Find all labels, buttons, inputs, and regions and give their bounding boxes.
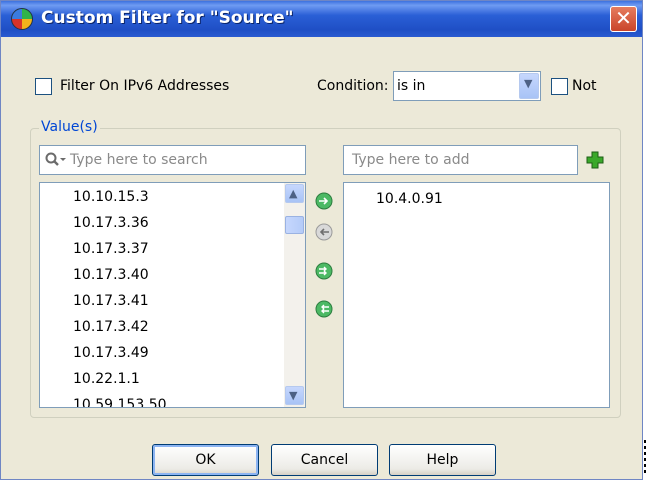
search-icon[interactable] [45,152,67,168]
search-placeholder: Type here to search [70,152,208,168]
condition-label: Condition: [317,78,389,94]
list-item[interactable]: 10.4.0.91 [376,191,443,207]
edge-mark [644,440,646,473]
custom-filter-dialog: Custom Filter for "Source" ✕ Filter On I… [0,0,643,480]
list-item[interactable]: 10.17.3.36 [73,215,149,231]
list-scrollbar[interactable]: ▲ ▼ [284,183,305,407]
chevron-down-icon[interactable]: ▼ [519,73,539,99]
condition-value: is in [397,78,426,94]
double-arrow-right-icon [315,262,333,280]
move-all-left-button[interactable] [315,300,333,318]
move-all-right-button[interactable] [315,262,333,280]
list-item[interactable]: 10.59.153.50 [73,397,167,407]
scroll-up-button[interactable]: ▲ [285,184,304,203]
list-item[interactable]: 10.17.3.41 [73,293,149,309]
available-values-list[interactable]: 10.10.15.3 10.17.3.36 10.17.3.37 10.17.3… [39,182,306,408]
list-item[interactable]: 10.17.3.49 [73,345,149,361]
scroll-down-button[interactable]: ▼ [285,386,304,405]
condition-select[interactable]: is in ▼ [393,71,541,101]
dialog-title: Custom Filter for "Source" [41,8,294,28]
selected-values-list[interactable]: 10.4.0.91 [343,182,610,408]
help-button[interactable]: Help [389,444,496,476]
ipv6-label: Filter On IPv6 Addresses [60,78,230,94]
list-item[interactable]: 10.10.15.3 [73,189,149,205]
double-arrow-left-icon [315,300,333,318]
ipv6-checkbox[interactable] [35,78,52,95]
list-item[interactable]: 10.22.1.1 [73,371,140,387]
cancel-button[interactable]: Cancel [271,444,378,476]
not-checkbox[interactable] [551,78,568,95]
values-group-label: Value(s) [39,119,100,135]
arrow-right-icon [315,192,333,210]
title-bar[interactable]: Custom Filter for "Source" ✕ [1,1,642,37]
scroll-thumb[interactable] [285,216,304,234]
list-item[interactable]: 10.17.3.42 [73,319,149,335]
add-plus-icon[interactable] [586,151,604,169]
arrow-left-icon [315,223,333,241]
ok-button[interactable]: OK [152,444,259,476]
move-right-button[interactable] [315,192,333,210]
list-item[interactable]: 10.17.3.37 [73,241,149,257]
not-label: Not [572,78,597,94]
search-input[interactable]: Type here to search [39,145,306,175]
close-button[interactable]: ✕ [610,6,637,32]
move-left-button[interactable] [315,223,333,241]
add-placeholder: Type here to add [352,152,470,168]
add-value-input[interactable]: Type here to add [343,145,578,175]
filter-app-icon [11,8,33,30]
list-item[interactable]: 10.17.3.40 [73,267,149,283]
